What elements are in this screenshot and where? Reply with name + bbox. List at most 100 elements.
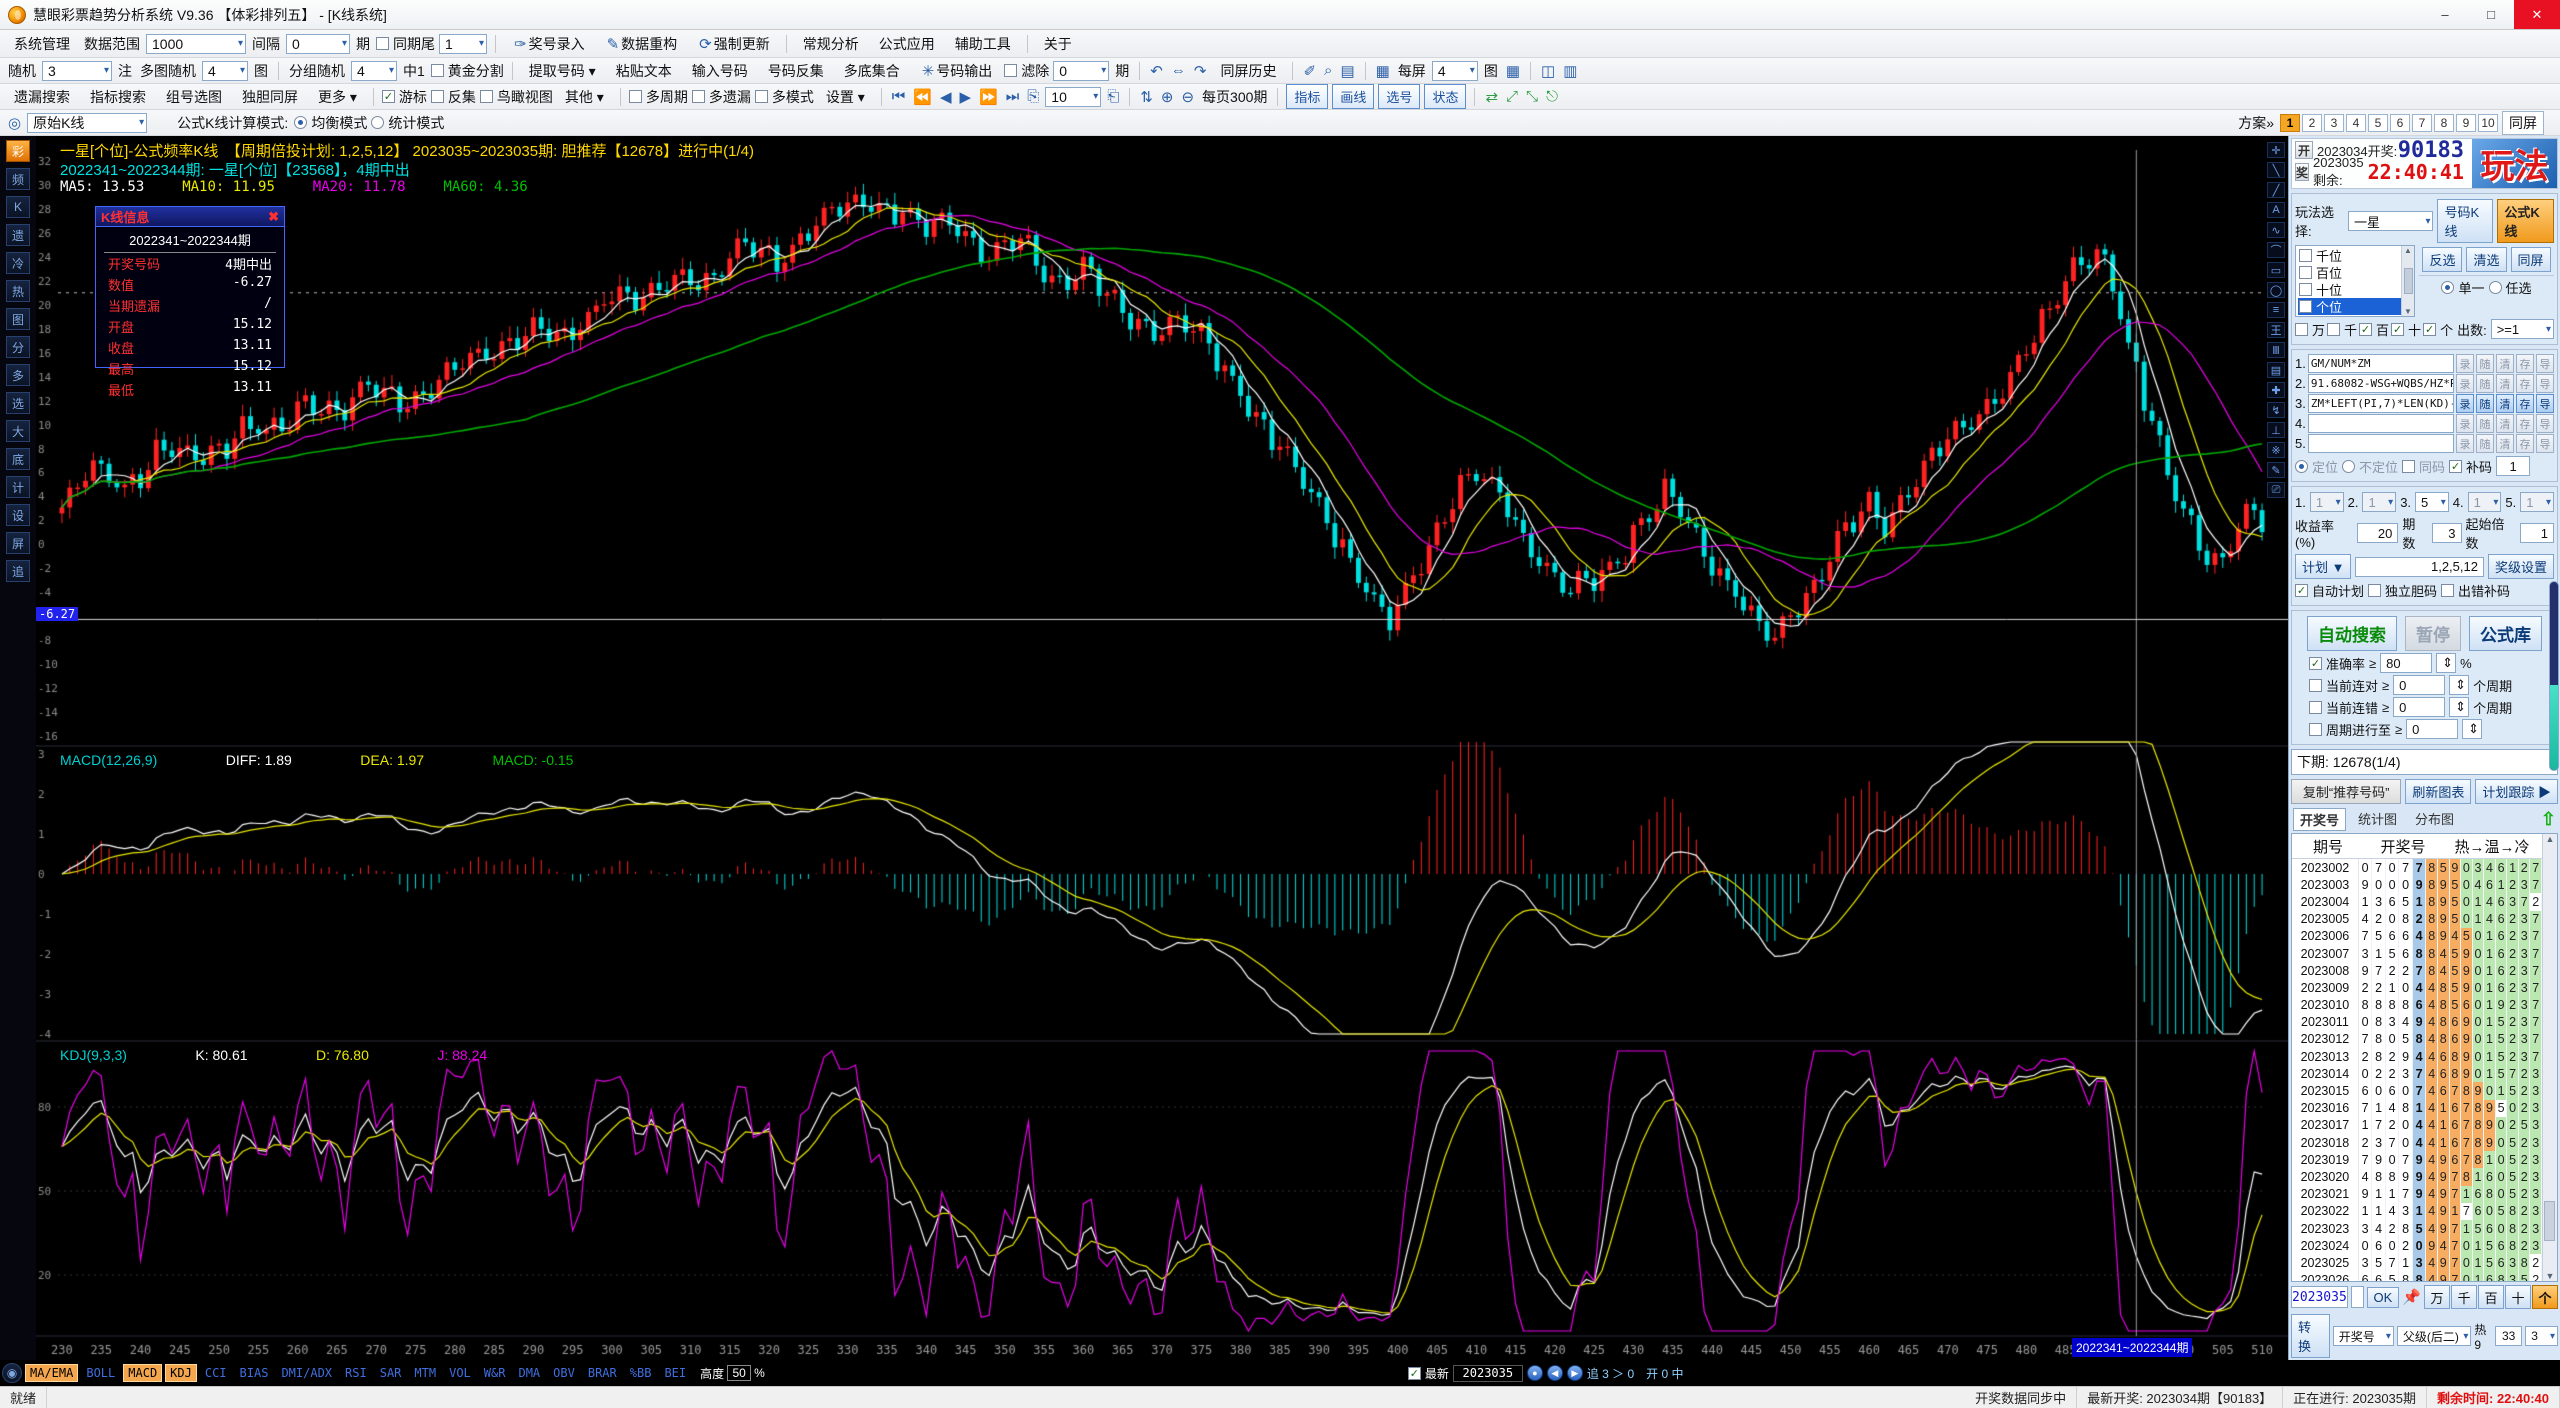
formula-导-button[interactable]: 导 xyxy=(2536,434,2554,453)
digit-combo-1.[interactable]: 1▾ xyxy=(2310,492,2344,512)
table-row[interactable]: 2023018237044167890523 xyxy=(2292,1134,2542,1151)
table-row[interactable]: 2023012780584869015237 xyxy=(2292,1031,2542,1048)
scheme-button-8[interactable]: 8 xyxy=(2434,114,2454,132)
copy-recommend-button[interactable]: 复制“推荐号码” xyxy=(2291,779,2401,804)
formula-录-button[interactable]: 录 xyxy=(2456,434,2474,453)
random-combo-arrow-icon[interactable]: ▾ xyxy=(104,65,109,76)
table-row[interactable]: 2023003900098950461237 xyxy=(2292,876,2542,893)
indicator-tab-CCI[interactable]: CCI xyxy=(200,1364,232,1382)
grid-icon[interactable]: ▦ xyxy=(1374,62,1392,80)
position-item-个位[interactable]: 个位 xyxy=(2298,298,2412,315)
formula-input-2[interactable]: 91.68082-WSG+WQBS/HZ*POW xyxy=(2308,374,2454,393)
random-combo[interactable]: 3▾ xyxy=(42,61,112,81)
magnifier-icon[interactable]: ⌕ xyxy=(1322,62,1334,79)
draw-tool-icon-8[interactable]: ◯ xyxy=(2267,282,2285,298)
data-range-combo[interactable]: 1000▾ xyxy=(146,34,246,54)
position-item-十位[interactable]: 十位 xyxy=(2298,281,2412,298)
criteria-box[interactable] xyxy=(2309,723,2322,736)
view-tab-分布图[interactable]: 分布图 xyxy=(2409,808,2460,831)
indicator-tab-SAR[interactable]: SAR xyxy=(375,1364,407,1382)
view-tab-开奖号[interactable]: 开奖号 xyxy=(2293,808,2346,831)
golden-ratio-checkbox-box[interactable] xyxy=(431,64,444,77)
per-screen-combo-arrow-icon[interactable]: ▾ xyxy=(1470,65,1475,76)
view-tab-统计图[interactable]: 统计图 xyxy=(2352,808,2403,831)
invert-select-button[interactable]: 反选 xyxy=(2422,247,2462,272)
birdview-checkbox-box[interactable] xyxy=(480,90,493,103)
position-list[interactable]: 千位百位十位个位 ▲▼ xyxy=(2295,245,2415,317)
maximize-button[interactable]: □ xyxy=(2468,0,2514,29)
zoom-out-icon[interactable]: ⊖ xyxy=(1179,88,1196,106)
indicator-tab-BEI[interactable]: BEI xyxy=(659,1364,691,1382)
formula-随-button[interactable]: 随 xyxy=(2476,354,2494,373)
tail-combo-arrow-icon[interactable]: ▾ xyxy=(479,38,484,49)
radio-balanced-mode[interactable]: 均衡模式 xyxy=(294,113,367,133)
pos-button-个[interactable]: 个 xyxy=(2532,1285,2558,1309)
indicator-tab-BOLL[interactable]: BOLL xyxy=(81,1364,120,1382)
play-select-combo[interactable]: 一星▾ xyxy=(2348,211,2434,231)
table-row[interactable]: 2023009221044859016237 xyxy=(2292,979,2542,996)
prize-setting-button[interactable]: 奖级设置 xyxy=(2488,554,2554,579)
digit-combo-2.[interactable]: 1▾ xyxy=(2362,492,2396,512)
scheme-same-screen-button[interactable]: 同屏 xyxy=(2502,111,2544,135)
position-list-scrollbar[interactable]: ▲▼ xyxy=(2401,246,2414,316)
swap-icon[interactable]: ⇔ xyxy=(1169,62,1188,79)
criteria-input-3[interactable]: 0 xyxy=(2393,697,2445,717)
scheme-button-4[interactable]: 4 xyxy=(2346,114,2366,132)
formula-录-button[interactable]: 录 xyxy=(2456,374,2474,393)
omission-search-button[interactable]: 遗漏搜索 xyxy=(6,85,78,109)
multi-omission-checkbox[interactable]: 多遗漏 xyxy=(692,87,751,107)
position-checkbox[interactable] xyxy=(2299,249,2312,262)
formula-随-button[interactable]: 随 xyxy=(2476,394,2494,413)
digit-combo-4.[interactable]: 1▾ xyxy=(2468,492,2502,512)
digit-arrow-icon[interactable]: ▾ xyxy=(2336,497,2341,508)
left-tool-icon-9[interactable]: 选 xyxy=(6,392,30,414)
sync-icon[interactable]: ⇄ xyxy=(1483,88,1500,106)
table-row[interactable]: 2023006756648945016237 xyxy=(2292,928,2542,945)
formula-input-3[interactable]: ZM*LEFT(PI,7)*LEN(KD)-JJ xyxy=(2308,394,2454,413)
data-range-combo-arrow-icon[interactable]: ▾ xyxy=(238,38,243,49)
draw-tool-icon-4[interactable]: A xyxy=(2267,202,2285,218)
position-checkbox[interactable] xyxy=(2299,266,2312,279)
indicator-tab-BIAS[interactable]: BIAS xyxy=(235,1364,274,1382)
indicator-tab-DMA[interactable]: DMA xyxy=(513,1364,545,1382)
formula-input-5[interactable] xyxy=(2308,434,2454,453)
filter-checkbox-box[interactable] xyxy=(1004,64,1017,77)
split-h-icon[interactable]: ▥ xyxy=(1561,62,1579,80)
toggle-status[interactable]: 状态 xyxy=(1424,84,1466,109)
group-pick-button[interactable]: 组号选图 xyxy=(158,85,230,109)
table-row[interactable]: 2023016714814167895023 xyxy=(2292,1100,2542,1117)
same-tail-checkbox-box[interactable] xyxy=(376,37,389,50)
error-patch-checkbox[interactable]: 出错补码 xyxy=(2441,581,2510,600)
criteria-box[interactable]: ✓ xyxy=(2309,657,2322,670)
nav-prev-button[interactable]: ◀ xyxy=(1547,1365,1563,1381)
radio-fixed[interactable]: 定位 xyxy=(2295,457,2338,476)
menu-analysis[interactable]: 常规分析 xyxy=(795,32,867,56)
formula-存-button[interactable]: 存 xyxy=(2516,434,2534,453)
digit-combo-5.[interactable]: 1▾ xyxy=(2520,492,2554,512)
invert-checkbox-box[interactable] xyxy=(431,90,444,103)
filter-combo[interactable]: 0▾ xyxy=(1053,61,1109,81)
indicator-tab-MACD[interactable]: MACD xyxy=(123,1364,162,1382)
scheme-button-2[interactable]: 2 xyxy=(2302,114,2322,132)
split-v-icon[interactable]: ◫ xyxy=(1539,62,1557,80)
draw-tool-icon-7[interactable]: ▭ xyxy=(2267,262,2285,278)
criteria-input-1[interactable]: 80 xyxy=(2380,653,2432,673)
convert-button[interactable]: 转换 xyxy=(2291,1314,2330,1358)
group-random-combo[interactable]: 4▾ xyxy=(351,61,397,81)
pencil-icon[interactable]: ✐ xyxy=(1301,62,1318,80)
step-combo[interactable]: 10▾ xyxy=(1045,87,1101,107)
indicator-tab-%BB[interactable]: %BB xyxy=(625,1364,657,1382)
invert-checkbox[interactable]: 反集 xyxy=(431,87,476,107)
formula-随-button[interactable]: 随 xyxy=(2476,414,2494,433)
forward-icon[interactable]: ▶ xyxy=(958,88,974,106)
left-tool-icon-5[interactable]: 热 xyxy=(6,280,30,302)
page-icon[interactable]: ⎘ xyxy=(1025,88,1041,105)
multi-period-checkbox[interactable]: 多周期 xyxy=(629,87,688,107)
fast-forward-icon[interactable]: ⏩ xyxy=(977,88,1000,106)
patch-value-input[interactable]: 1 xyxy=(2496,456,2530,476)
kline-type-combo[interactable]: 原始K线▾ xyxy=(27,113,147,133)
criteria-spinner[interactable]: ⇕ xyxy=(2436,653,2456,673)
number-input[interactable] xyxy=(2351,1286,2364,1308)
table-row[interactable]: 2023019790794967810523 xyxy=(2292,1151,2542,1168)
table-row[interactable]: 2023022114314917605823 xyxy=(2292,1203,2542,1220)
